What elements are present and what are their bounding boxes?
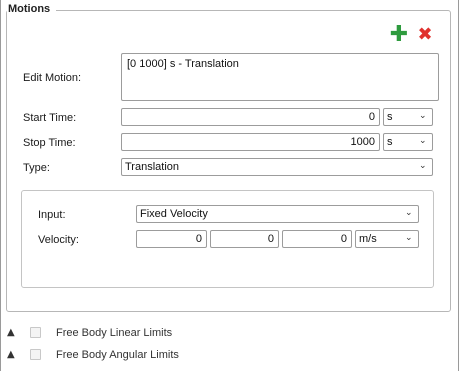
angular-limits-row[interactable]: ▲ Free Body Angular Limits xyxy=(0,348,459,362)
start-time-label: Start Time: xyxy=(23,112,77,124)
edit-motion-list[interactable]: [0 1000] s - Translation xyxy=(121,53,439,101)
plus-icon: ✚ xyxy=(389,22,409,47)
velocity-z-input[interactable]: 0 xyxy=(282,230,352,248)
velocity-unit-select[interactable]: m/s ⌄ xyxy=(355,230,419,248)
start-time-input[interactable]: 0 xyxy=(121,108,380,126)
edit-motion-label: Edit Motion: xyxy=(23,72,82,84)
add-motion-button[interactable]: ✚ xyxy=(388,24,410,46)
start-time-unit-value: s xyxy=(387,111,393,123)
x-icon: ✖ xyxy=(417,24,433,45)
input-select[interactable]: Fixed Velocity ⌄ xyxy=(136,205,419,223)
stop-time-unit-select[interactable]: s ⌄ xyxy=(383,133,433,151)
linear-limits-row[interactable]: ▲ Free Body Linear Limits xyxy=(0,326,459,340)
input-value: Fixed Velocity xyxy=(140,208,208,220)
angular-limits-label: Free Body Angular Limits xyxy=(56,349,179,361)
stop-time-input[interactable]: 1000 xyxy=(121,133,380,151)
velocity-label: Velocity: xyxy=(38,234,79,246)
chevron-down-icon: ⌄ xyxy=(419,111,427,121)
motion-list-item[interactable]: [0 1000] s - Translation xyxy=(127,58,239,70)
input-label: Input: xyxy=(38,209,66,221)
delete-motion-button[interactable]: ✖ xyxy=(414,24,436,46)
chevron-down-icon: ⌄ xyxy=(419,136,427,146)
angular-limits-checkbox[interactable] xyxy=(30,349,41,360)
velocity-unit-value: m/s xyxy=(359,233,377,245)
velocity-x-input[interactable]: 0 xyxy=(136,230,207,248)
linear-limits-label: Free Body Linear Limits xyxy=(56,327,173,339)
triangle-up-icon[interactable]: ▲ xyxy=(7,350,18,360)
chevron-down-icon: ⌄ xyxy=(405,208,413,218)
chevron-down-icon: ⌄ xyxy=(419,161,427,171)
velocity-y-input[interactable]: 0 xyxy=(210,230,279,248)
type-label: Type: xyxy=(23,162,50,174)
stop-time-label: Stop Time: xyxy=(23,137,76,149)
linear-limits-checkbox[interactable] xyxy=(30,327,41,338)
stop-time-unit-value: s xyxy=(387,136,393,148)
motions-group-title: Motions xyxy=(8,3,51,15)
type-select[interactable]: Translation ⌄ xyxy=(121,158,433,176)
type-value: Translation xyxy=(125,161,180,173)
triangle-up-icon[interactable]: ▲ xyxy=(7,328,18,338)
chevron-down-icon: ⌄ xyxy=(405,233,413,243)
start-time-unit-select[interactable]: s ⌄ xyxy=(383,108,433,126)
